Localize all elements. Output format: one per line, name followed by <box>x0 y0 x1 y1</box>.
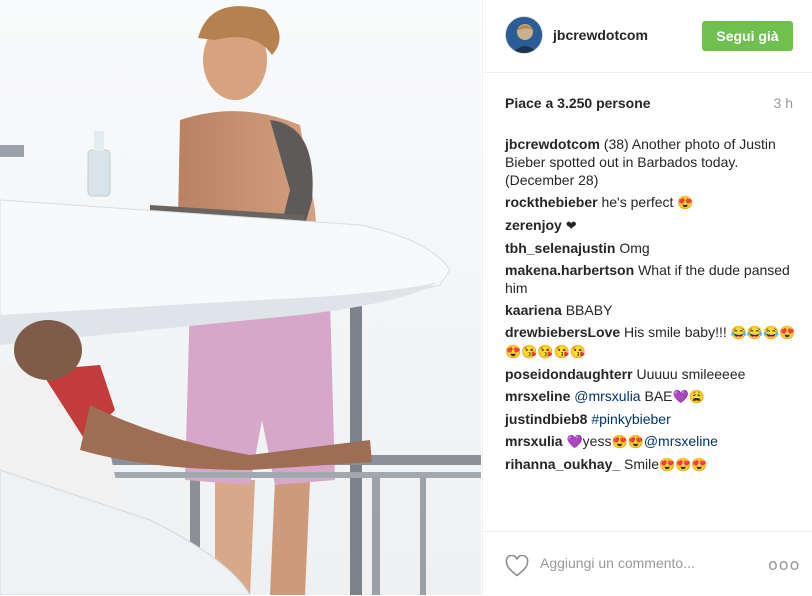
list-item: rihanna_oukhay_ Smile😍😍😍 <box>505 455 799 474</box>
comment-username[interactable]: kaariena <box>505 302 562 318</box>
post-sidebar: jbcrewdotcom Segui già Piace a 3.250 per… <box>482 0 812 595</box>
post-timestamp[interactable]: 3 h <box>774 95 793 111</box>
post-image <box>0 0 481 595</box>
comment-username[interactable]: mrsxeline <box>505 388 570 404</box>
list-item: makena.harbertson What if the dude panse… <box>505 261 799 297</box>
caption-username[interactable]: jbcrewdotcom <box>505 136 600 152</box>
avatar[interactable] <box>505 16 543 54</box>
comment-emoji: ❤ <box>565 218 577 233</box>
post-footer: ooo <box>483 531 812 596</box>
list-item: tbh_selenajustin Omg <box>505 239 799 257</box>
list-item: rockthebieber he's perfect 😍 <box>505 193 799 212</box>
comment-text: he's perfect <box>601 194 674 210</box>
comment-emoji: 😍😍😍 <box>659 457 708 472</box>
comments-list: jbcrewdotcom (38) Another photo of Justi… <box>505 135 799 478</box>
list-item: kaariena BBABY <box>505 301 799 319</box>
comment-emoji: 💜😩 <box>672 389 705 404</box>
comment-text: Uuuuu smileeeee <box>636 366 746 382</box>
comment-mention[interactable]: @mrsxulia <box>574 388 640 404</box>
list-item: poseidondaughterr Uuuuu smileeeee <box>505 365 799 383</box>
comment-text: BBABY <box>565 302 613 318</box>
list-item: mrsxeline @mrsxulia BAE💜😩 <box>505 387 799 406</box>
comment-emoji: 😍😍 <box>611 434 644 449</box>
likes-count[interactable]: Piace a 3.250 persone <box>505 95 651 111</box>
post-photo[interactable] <box>0 0 481 595</box>
list-item: justindbieb8 #pinkybieber <box>505 410 799 428</box>
comment-text: Omg <box>619 240 650 256</box>
list-item: mrsxulia 💜yess😍😍@mrsxeline <box>505 432 799 451</box>
comment-username[interactable]: drewbiebersLove <box>505 324 620 340</box>
comment-text: Smile <box>624 456 660 472</box>
comment-username[interactable]: poseidondaughterr <box>505 366 633 382</box>
comment-text: yess <box>582 433 612 449</box>
comment-username[interactable]: mrsxulia <box>505 433 563 449</box>
comment-username[interactable]: rockthebieber <box>505 194 598 210</box>
list-item: zerenjoy ❤ <box>505 216 799 235</box>
post-header: jbcrewdotcom Segui già <box>483 0 812 73</box>
comment-input[interactable] <box>540 552 750 574</box>
list-item: drewbiebersLove His smile baby!!! 😂😂😂😍😍😘… <box>505 323 799 361</box>
heart-outline-icon[interactable] <box>505 555 529 577</box>
comment-text: BAE <box>644 388 673 404</box>
comment-mention[interactable]: @mrsxeline <box>644 433 718 449</box>
avatar-image <box>506 17 542 53</box>
comment-username[interactable]: justindbieb8 <box>505 411 587 427</box>
comment-emoji: 💜 <box>566 434 583 449</box>
post-caption: jbcrewdotcom (38) Another photo of Justi… <box>505 135 799 189</box>
comment-username[interactable]: makena.harbertson <box>505 262 634 278</box>
comment-emoji: 😍 <box>677 195 694 210</box>
comment-username[interactable]: rihanna_oukhay_ <box>505 456 620 472</box>
comment-username[interactable]: zerenjoy <box>505 217 562 233</box>
comment-text: His smile baby!!! <box>624 324 727 340</box>
following-button[interactable]: Segui già <box>702 21 793 51</box>
post-author-username[interactable]: jbcrewdotcom <box>553 27 648 43</box>
comment-hashtag[interactable]: #pinkybieber <box>591 411 670 427</box>
more-options-icon[interactable]: ooo <box>768 554 799 574</box>
comment-username[interactable]: tbh_selenajustin <box>505 240 615 256</box>
